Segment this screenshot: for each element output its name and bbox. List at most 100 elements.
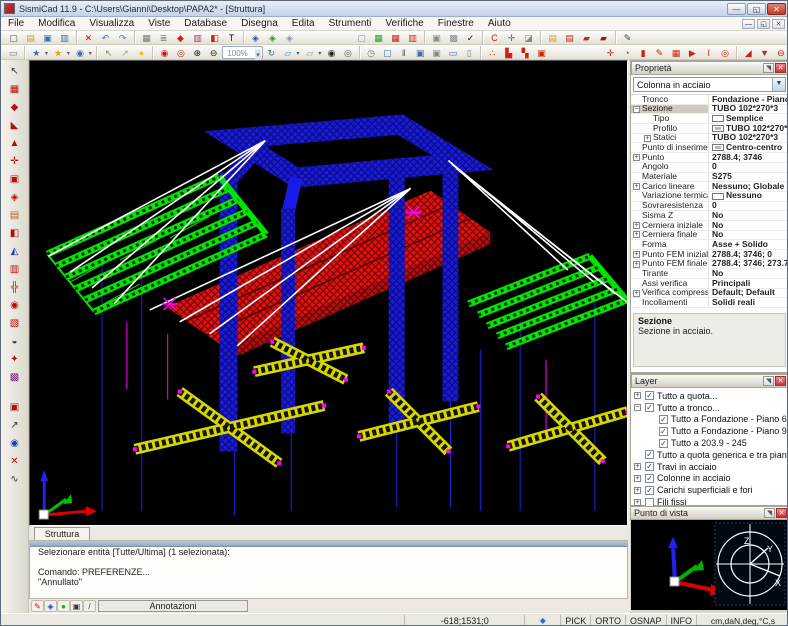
- zoom-level-combo[interactable]: 100%: [222, 46, 262, 59]
- pick-toggle[interactable]: PICK: [561, 615, 591, 626]
- favorite-gold-icon[interactable]: ★: [50, 46, 65, 59]
- node-icon[interactable]: ◆: [173, 31, 189, 44]
- circle-icon[interactable]: ◎: [717, 46, 732, 59]
- property-row[interactable]: Tronco Fondazione - Piano 6: [631, 95, 788, 105]
- solid-tool-icon[interactable]: ◈: [6, 189, 24, 205]
- frame-icon[interactable]: ▣: [429, 31, 445, 44]
- property-row[interactable]: Sovraresistenza 0: [631, 202, 788, 212]
- history-icon[interactable]: ◷: [363, 46, 378, 59]
- chevron-down-icon[interactable]: ▼: [772, 78, 785, 91]
- expand-icon[interactable]: [633, 154, 640, 161]
- beam-dark-icon[interactable]: ▰: [596, 31, 612, 44]
- expand-icon[interactable]: [634, 487, 641, 494]
- arc-tool-icon[interactable]: ◒: [6, 333, 24, 349]
- zoom-window-icon[interactable]: ◉: [157, 46, 172, 59]
- orto-toggle[interactable]: ORTO: [591, 615, 626, 626]
- property-value[interactable]: Nessuno; Globale: [712, 182, 784, 191]
- restore-button[interactable]: ◱: [747, 3, 766, 15]
- mesh-icon[interactable]: ▩: [446, 31, 462, 44]
- table-icon[interactable]: ▦: [139, 31, 155, 44]
- frame-tool-icon[interactable]: ╬: [6, 279, 24, 295]
- building-icon[interactable]: ◧: [207, 31, 223, 44]
- property-value[interactable]: Nessuno: [726, 192, 762, 201]
- menu-item[interactable]: Viste: [141, 17, 177, 31]
- property-value[interactable]: No: [712, 211, 723, 220]
- layer-tree-item[interactable]: Carichi superficiali e fori: [631, 484, 788, 496]
- property-row[interactable]: Sisma Z No: [631, 211, 788, 221]
- property-value[interactable]: No: [712, 269, 723, 278]
- beam-red-icon[interactable]: ▰: [579, 31, 595, 44]
- property-value[interactable]: Default; Default: [712, 289, 775, 298]
- model-viewport[interactable]: [29, 60, 628, 526]
- property-value[interactable]: Solidi reali: [712, 298, 755, 307]
- zoom-out-icon[interactable]: ⊖: [206, 46, 221, 59]
- redo-icon[interactable]: ↷: [115, 31, 131, 44]
- move-icon[interactable]: ✛: [504, 31, 520, 44]
- expand-icon[interactable]: [633, 183, 640, 190]
- plate-tool-icon[interactable]: ▣: [6, 171, 24, 187]
- floor-tool-icon[interactable]: ▥: [6, 261, 24, 277]
- grid-green-icon[interactable]: ▦: [371, 31, 387, 44]
- property-value[interactable]: Semplice: [726, 114, 763, 123]
- chart-icon[interactable]: ▥: [190, 31, 206, 44]
- layer-checkbox[interactable]: [645, 486, 654, 495]
- menu-item[interactable]: Edita: [285, 17, 322, 31]
- property-row[interactable]: Cerniera iniziale No: [631, 221, 788, 231]
- favorite-blue-icon[interactable]: ★: [29, 46, 44, 59]
- window-grey-icon[interactable]: ▣: [429, 46, 444, 59]
- zoom-extents-icon[interactable]: ◎: [173, 46, 188, 59]
- panel2-icon[interactable]: ▯: [462, 46, 477, 59]
- eraser2-icon[interactable]: ▱: [302, 46, 317, 59]
- property-row[interactable]: Variazione termica Nessuno: [631, 192, 788, 202]
- layer-tool-icon[interactable]: ▤: [6, 207, 24, 223]
- annot-solid-icon[interactable]: ◈: [44, 600, 57, 612]
- window-icon[interactable]: ▢: [354, 31, 370, 44]
- grid-red2-icon[interactable]: ▥: [405, 31, 421, 44]
- erase-tool-icon[interactable]: ✕: [6, 453, 24, 469]
- expand-icon[interactable]: [634, 404, 641, 411]
- hatch-tool-icon[interactable]: ▩: [6, 369, 24, 385]
- layer-checkbox[interactable]: [645, 403, 654, 412]
- property-value[interactable]: S275: [712, 173, 732, 182]
- close-panel-icon[interactable]: ✕: [776, 508, 787, 518]
- menu-item[interactable]: Modifica: [31, 17, 82, 31]
- save-icon[interactable]: ▣: [40, 31, 56, 44]
- expand-icon[interactable]: [644, 135, 651, 142]
- points-icon[interactable]: ∴: [485, 46, 500, 59]
- annot-line-icon[interactable]: /: [83, 600, 96, 612]
- expand-icon[interactable]: [634, 499, 641, 506]
- release-icon[interactable]: ⊖: [773, 46, 788, 59]
- save-all-icon[interactable]: ▥: [57, 31, 73, 44]
- eraser-icon[interactable]: ▱: [280, 46, 295, 59]
- property-value[interactable]: Centro-centro: [726, 143, 782, 152]
- property-row[interactable]: Punto FEM iniziale 2788.4; 3746; 0: [631, 250, 788, 260]
- layer-tree-item[interactable]: Tutto a tronco...: [631, 402, 788, 414]
- menu-item[interactable]: File: [1, 17, 31, 31]
- check-icon[interactable]: ✓: [463, 31, 479, 44]
- mdi-close-button[interactable]: ✕: [772, 19, 785, 29]
- minimize-button[interactable]: —: [727, 3, 746, 15]
- layer-checkbox[interactable]: [645, 462, 654, 471]
- rotate-icon[interactable]: ◔: [619, 46, 634, 59]
- property-value[interactable]: TUBO 102*270*3: [712, 105, 778, 114]
- property-value[interactable]: Fondazione - Piano 6: [712, 95, 788, 104]
- annot-block-icon[interactable]: ▣: [70, 600, 83, 612]
- delete-icon[interactable]: ✕: [81, 31, 97, 44]
- wall-tool-icon[interactable]: ◧: [6, 225, 24, 241]
- property-value[interactable]: Principali: [712, 279, 750, 288]
- property-row[interactable]: Tirante No: [631, 269, 788, 279]
- truss-tool-icon[interactable]: ▲: [6, 135, 24, 151]
- expand-icon[interactable]: [634, 475, 641, 482]
- menu-item[interactable]: Aiuto: [481, 17, 518, 31]
- property-value[interactable]: 0: [712, 163, 717, 172]
- expand-icon[interactable]: [633, 290, 640, 297]
- mail-icon[interactable]: ▭: [6, 46, 21, 59]
- property-row[interactable]: Incollamenti Solidi reali: [631, 298, 788, 308]
- star-tool-icon[interactable]: ✦: [6, 351, 24, 367]
- menu-item[interactable]: Visualizza: [82, 17, 141, 31]
- eye-off-icon[interactable]: ◎: [340, 46, 355, 59]
- brace-tool-icon[interactable]: ▧: [6, 315, 24, 331]
- compass-icon[interactable]: C: [487, 31, 503, 44]
- load-icon[interactable]: ▼: [757, 46, 772, 59]
- layer-checkbox[interactable]: [659, 415, 668, 424]
